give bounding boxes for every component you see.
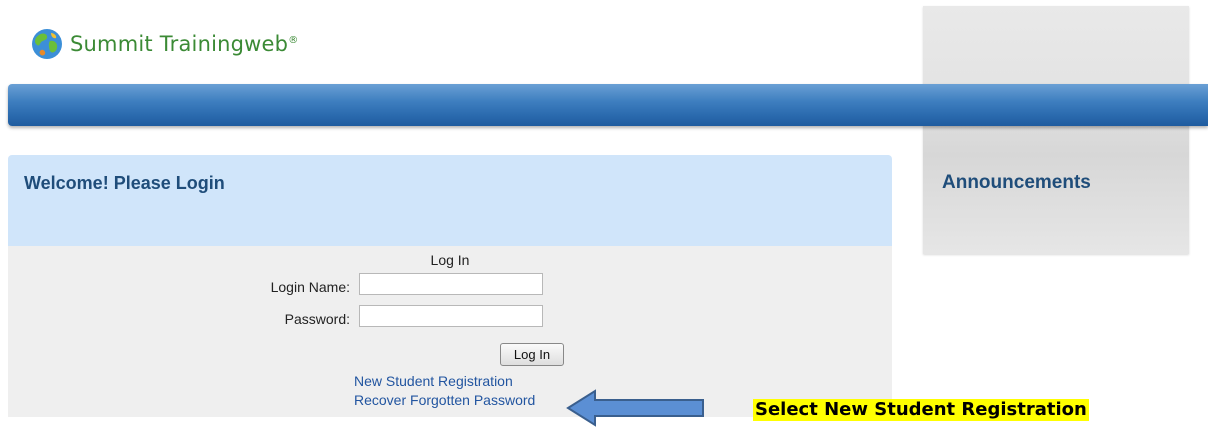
- login-name-label: Login Name:: [270, 279, 350, 295]
- announcements-title: Announcements: [942, 172, 1091, 193]
- welcome-header: Welcome! Please Login: [8, 155, 892, 246]
- globe-icon: [32, 29, 62, 59]
- announcements-panel: [923, 6, 1189, 254]
- right-arrow-icon: [566, 389, 704, 427]
- nav-bar: [8, 84, 1208, 126]
- login-name-input[interactable]: [359, 273, 543, 295]
- instruction-callout: Select New Student Registration: [753, 399, 1089, 421]
- login-form: Log In Login Name: Password: Log In New …: [8, 246, 892, 417]
- new-student-registration-link[interactable]: New Student Registration: [354, 373, 513, 389]
- password-input[interactable]: [359, 305, 543, 327]
- welcome-title: Welcome! Please Login: [24, 173, 225, 193]
- registered-mark: ®: [288, 35, 299, 46]
- login-button[interactable]: Log In: [500, 343, 564, 366]
- brand-logo[interactable]: Summit Trainingweb®: [30, 24, 298, 64]
- brand-name: Summit Trainingweb®: [70, 32, 299, 56]
- login-heading: Log In: [430, 252, 470, 268]
- password-label: Password:: [284, 311, 350, 327]
- recover-password-link[interactable]: Recover Forgotten Password: [354, 392, 535, 408]
